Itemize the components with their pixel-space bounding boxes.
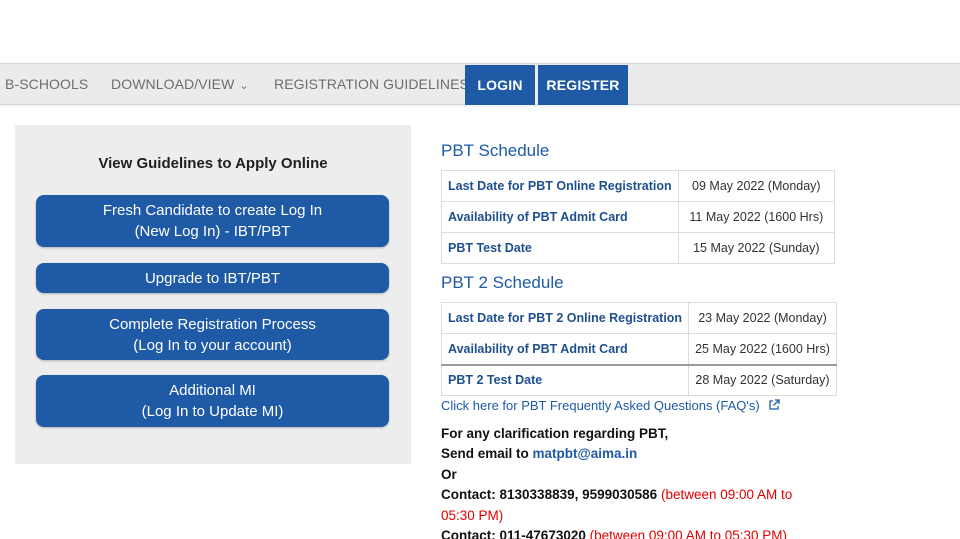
email-link[interactable]: matpbt@aima.in: [533, 446, 638, 461]
button-line: (New Log In) - IBT/PBT: [134, 223, 291, 240]
row-value: 28 May 2022 (Saturday): [688, 363, 837, 396]
row-value: 09 May 2022 (Monday): [677, 170, 836, 202]
row-label: Availability of PBT Admit Card: [441, 201, 679, 233]
faq-link[interactable]: Click here for PBT Frequently Asked Ques…: [441, 398, 780, 413]
table-row: PBT 2 Test Date 28 May 2022 (Saturday): [440, 363, 837, 396]
row-label: Last Date for PBT 2 Online Registration: [440, 302, 690, 334]
row-label: Last Date for PBT Online Registration: [441, 170, 679, 202]
upgrade-ibt-pbt-button[interactable]: Upgrade to IBT/PBT: [36, 263, 389, 293]
contact-line-2: Contact: 011-47673020 (between 09:00 AM …: [441, 526, 821, 539]
row-label: PBT Test Date: [441, 232, 679, 264]
row-value: 25 May 2022 (1600 Hrs): [688, 333, 837, 365]
contact-numbers: 8130338839, 9599030586: [499, 487, 658, 503]
clarification-text: For any clarification regarding PBT,: [441, 426, 669, 441]
guidelines-title: View Guidelines to Apply Online: [98, 155, 328, 172]
row-label: PBT 2 Test Date: [440, 363, 690, 396]
contact-hours: (between 09:00 AM to 05:30 PM): [589, 528, 787, 539]
table-row: Availability of PBT Admit Card 25 May 20…: [440, 333, 837, 365]
email-line: Send email to matpbt@aima.in: [441, 444, 821, 464]
button-line: Additional MI: [169, 382, 256, 399]
table-row: Availability of PBT Admit Card 11 May 20…: [441, 201, 836, 233]
button-line: Upgrade to IBT/PBT: [144, 269, 281, 287]
button-line: (Log In to Update MI): [141, 403, 284, 420]
contact-numbers: 011-47673020: [499, 528, 586, 539]
contact-prefix: Contact:: [441, 487, 496, 503]
contact-prefix: Contact:: [441, 528, 496, 539]
register-button[interactable]: REGISTER: [538, 65, 628, 105]
faq-link-text: Click here for PBT Frequently Asked Ques…: [441, 398, 760, 413]
nav-item-registration-guidelines[interactable]: REGISTRATION GUIDELINES: [274, 64, 469, 104]
pbt2-schedule-title: PBT 2 Schedule: [441, 273, 564, 292]
additional-mi-button[interactable]: Additional MI (Log In to Update MI): [36, 375, 389, 427]
chevron-down-icon: ⌄: [239, 80, 249, 92]
contact-info: For any clarification regarding PBT, Sen…: [441, 424, 821, 539]
page: B-SCHOOLS DOWNLOAD/VIEW ⌄ REGISTRATION GU…: [0, 0, 960, 539]
guidelines-panel: View Guidelines to Apply Online Fresh Ca…: [15, 125, 411, 464]
nav-item-label: DOWNLOAD/VIEW: [111, 76, 235, 92]
complete-registration-button[interactable]: Complete Registration Process (Log In to…: [36, 309, 389, 360]
row-label: Availability of PBT Admit Card: [440, 333, 690, 365]
row-value: 15 May 2022 (Sunday): [677, 232, 836, 264]
contact-line-1: Contact: 8130338839, 9599030586 (between…: [441, 485, 821, 526]
button-line: (Log In to your account): [133, 336, 292, 354]
pbt-schedule-table: Last Date for PBT Online Registration 09…: [441, 170, 836, 264]
or-text: Or: [441, 466, 457, 482]
email-prefix: Send email to: [441, 446, 529, 462]
row-value: 11 May 2022 (1600 Hrs): [677, 201, 836, 233]
login-button[interactable]: LOGIN: [465, 65, 535, 105]
nav-item-b-schools[interactable]: B-SCHOOLS: [5, 64, 88, 104]
pbt2-schedule-table: Last Date for PBT 2 Online Registration …: [440, 302, 837, 396]
external-link-icon: [768, 399, 780, 413]
table-row: PBT Test Date 15 May 2022 (Sunday): [441, 232, 836, 264]
row-value: 23 May 2022 (Monday): [688, 302, 837, 334]
table-row: Last Date for PBT 2 Online Registration …: [440, 302, 837, 334]
nav-item-download-view[interactable]: DOWNLOAD/VIEW ⌄: [111, 64, 249, 104]
main-nav: B-SCHOOLS DOWNLOAD/VIEW ⌄ REGISTRATION GU…: [0, 63, 960, 105]
button-line: Fresh Candidate to create Log In: [102, 202, 323, 219]
button-line: Complete Registration Process: [109, 315, 316, 333]
table-row: Last Date for PBT Online Registration 09…: [441, 170, 836, 202]
pbt-schedule-title: PBT Schedule: [441, 141, 550, 160]
fresh-candidate-button[interactable]: Fresh Candidate to create Log In (New Lo…: [36, 195, 389, 247]
